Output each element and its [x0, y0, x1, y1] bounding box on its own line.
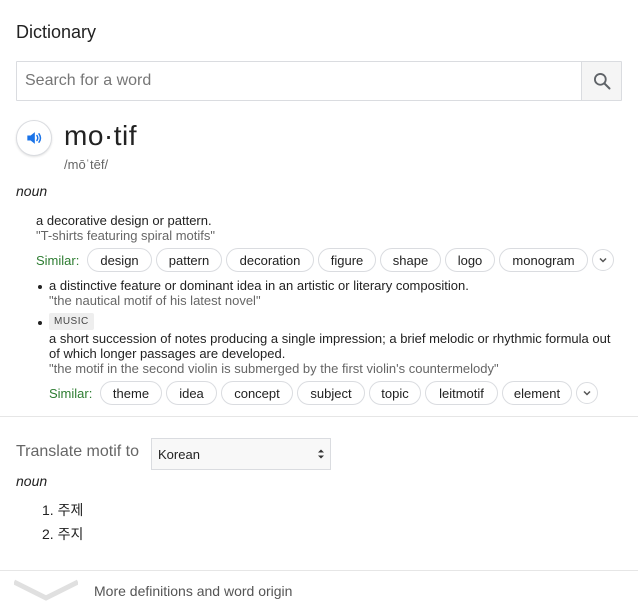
similar-chip[interactable]: shape [380, 248, 441, 272]
example-3: "the motif in the second violin is subme… [49, 361, 499, 376]
language-select[interactable]: Korean [151, 438, 331, 470]
divider [0, 570, 638, 571]
similar-chip[interactable]: topic [369, 381, 421, 405]
translation-part-of-speech: noun [16, 473, 48, 489]
more-definitions-link[interactable]: More definitions and word origin [94, 583, 292, 599]
search-button[interactable] [581, 62, 621, 100]
expand-more-button[interactable] [12, 578, 80, 602]
select-arrows-icon [318, 449, 324, 459]
pronunciation-button[interactable] [16, 120, 52, 156]
example-1: "T-shirts featuring spiral motifs" [36, 228, 216, 243]
dictionary-card: Dictionary mo·tif /mōˈtēf/ noun a decora… [0, 0, 638, 611]
similar-chip[interactable]: figure [318, 248, 376, 272]
language-select-value: Korean [158, 446, 200, 462]
more-similar-button[interactable] [592, 249, 614, 271]
similar-chip[interactable]: idea [166, 381, 217, 405]
translation-item: 1. 주제 [42, 502, 84, 518]
search-box [16, 61, 622, 101]
similar-chip[interactable]: monogram [499, 248, 588, 272]
similar-chip[interactable]: design [87, 248, 152, 272]
divider [0, 416, 638, 417]
similar-chip[interactable]: element [502, 381, 572, 405]
bullet [38, 285, 42, 289]
part-of-speech: noun [16, 183, 48, 199]
definition-2: a distinctive feature or dominant idea i… [49, 278, 469, 293]
similar-chip[interactable]: pattern [156, 248, 222, 272]
definition-1: a decorative design or pattern. [36, 213, 212, 228]
more-similar-button[interactable] [576, 382, 598, 404]
similar-chip[interactable]: leitmotif [425, 381, 498, 405]
chevron-down-icon [12, 579, 80, 601]
subject-tag: MUSIC [49, 313, 94, 330]
bullet [38, 321, 42, 325]
headword: mo·tif [64, 120, 137, 151]
similar-label: Similar: [49, 386, 93, 401]
chevron-down-icon [583, 390, 591, 396]
translation-item: 2. 주지 [42, 526, 84, 542]
similar-chip[interactable]: concept [221, 381, 293, 405]
example-2: "the nautical motif of his latest novel" [49, 293, 261, 308]
similar-chip[interactable]: subject [297, 381, 365, 405]
dictionary-title: Dictionary [16, 22, 97, 42]
definition-3-line1: a short succession of notes producing a … [49, 331, 611, 346]
definition-3-line2: of which longer passages are developed. [49, 346, 286, 361]
similar-chip[interactable]: logo [445, 248, 495, 272]
search-icon [593, 73, 610, 90]
search-input[interactable] [17, 62, 581, 100]
chevron-down-icon [599, 257, 607, 263]
similar-chip[interactable]: decoration [226, 248, 314, 272]
speaker-icon [27, 132, 42, 144]
translate-label: Translate motif to [16, 443, 140, 460]
similar-chip[interactable]: theme [100, 381, 162, 405]
similar-label: Similar: [36, 253, 80, 268]
phonetic: /mōˈtēf/ [64, 157, 109, 172]
